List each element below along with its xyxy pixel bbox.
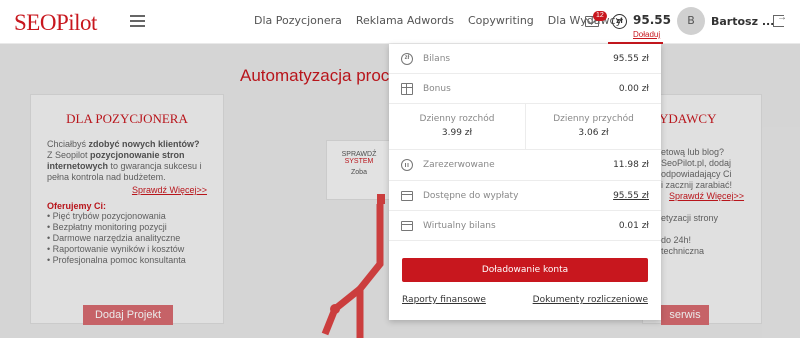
row-virtual: Wirtualny bilans 0.01 zł xyxy=(389,211,661,241)
row-withdraw: Dostępne do wypłaty 95.55 zł xyxy=(389,181,661,211)
daily-stats: Dzienny rozchód 3.99 zł Dzienny przychód… xyxy=(389,104,661,150)
gift-icon xyxy=(401,82,413,95)
card-icon xyxy=(401,190,413,201)
header-balance[interactable]: 95.55 xyxy=(633,13,671,27)
virtual-value: 0.01 zł xyxy=(618,220,649,231)
top-header: SEOPilot Dla Pozycjonera Reklama Adwords… xyxy=(0,0,800,44)
daily-income-label: Dzienny przychód xyxy=(553,114,634,124)
daily-expense: Dzienny rozchód 3.99 zł xyxy=(389,104,525,150)
card-icon xyxy=(401,220,413,231)
seopilot-logo[interactable]: SEOPilot xyxy=(14,10,97,36)
virtual-label: Wirtualny bilans xyxy=(423,220,496,231)
daily-income-value: 3.06 zł xyxy=(578,128,609,138)
bonus-value: 0.00 zł xyxy=(618,83,649,94)
nav-dla-pozycjonera[interactable]: Dla Pozycjonera xyxy=(254,14,342,27)
daily-expense-label: Dzienny rozchód xyxy=(419,114,495,124)
username[interactable]: Bartosz ... xyxy=(711,15,774,28)
main-nav: Dla Pozycjonera Reklama Adwords Copywrit… xyxy=(254,14,636,27)
nav-reklama-adwords[interactable]: Reklama Adwords xyxy=(356,14,454,27)
daily-income: Dzienny przychód 3.06 zł xyxy=(525,104,661,150)
withdraw-label: Dostępne do wypłaty xyxy=(423,190,519,201)
row-reserved: Zarezerwowane 11.98 zł xyxy=(389,150,661,181)
avatar[interactable]: B xyxy=(677,7,705,35)
bonus-label: Bonus xyxy=(423,83,451,94)
financial-reports-link[interactable]: Raporty finansowe xyxy=(402,295,486,305)
topup-account-button[interactable]: Doładowanie konta xyxy=(402,258,648,282)
billing-documents-link[interactable]: Dokumenty rozliczeniowe xyxy=(533,295,648,305)
logo-seo-text: SEO xyxy=(14,10,56,35)
nav-copywriting[interactable]: Copywriting xyxy=(468,14,534,27)
topup-link[interactable]: Doładuj xyxy=(633,30,660,39)
logo-pilot-text: Pilot xyxy=(55,10,97,35)
pause-circle-icon xyxy=(401,159,413,171)
reserved-value: 11.98 zł xyxy=(613,160,649,170)
bilans-label: Bilans xyxy=(423,53,451,64)
reserved-label: Zarezerwowane xyxy=(423,160,495,170)
logout-icon[interactable] xyxy=(773,12,787,27)
daily-expense-value: 3.99 zł xyxy=(441,128,473,138)
row-bilans: zł Bilans 95.55 zł xyxy=(389,44,661,74)
hamburger-menu-icon[interactable] xyxy=(130,15,145,27)
withdraw-value-link[interactable]: 95.55 zł xyxy=(613,191,649,201)
coin-icon: zł xyxy=(401,52,413,65)
bilans-value: 95.55 zł xyxy=(613,53,649,64)
row-bonus: Bonus 0.00 zł xyxy=(389,74,661,104)
balance-dropdown: zł Bilans 95.55 zł Bonus 0.00 zł Dzienny… xyxy=(389,44,661,320)
mail-count-badge: 12 xyxy=(593,11,607,21)
wallet-coin-icon[interactable]: zł xyxy=(612,14,627,29)
